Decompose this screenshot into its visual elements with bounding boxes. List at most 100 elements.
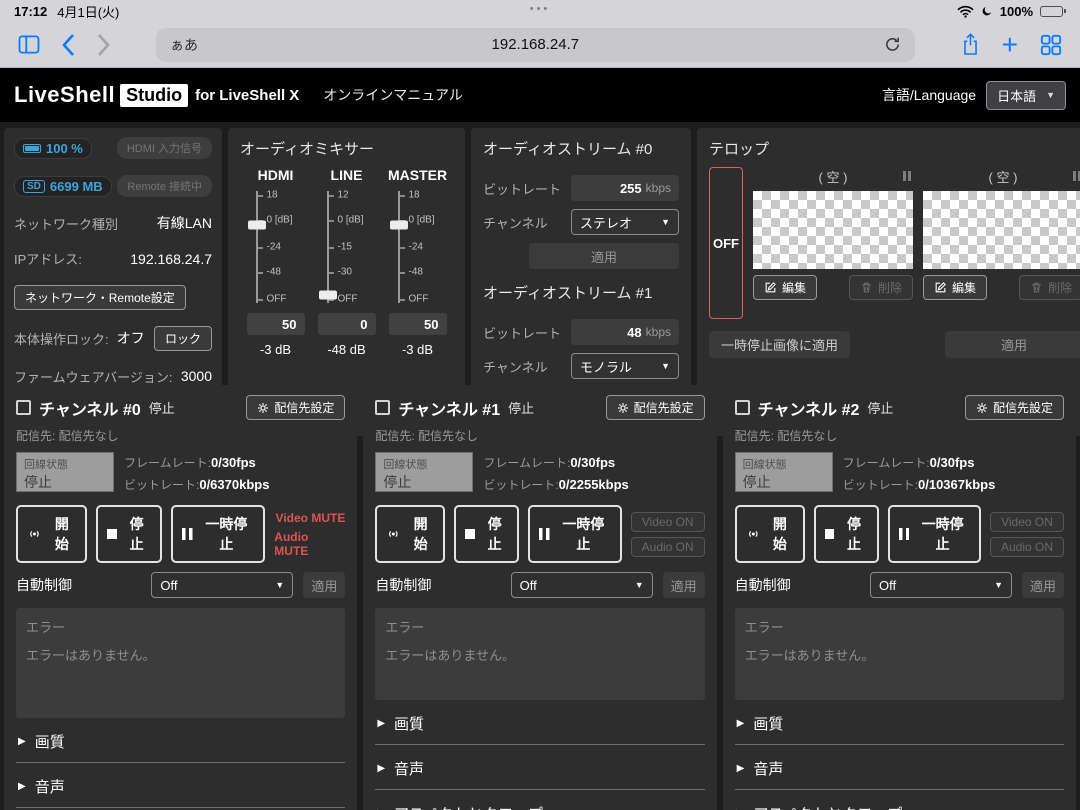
triangle-icon: ▶ (377, 763, 385, 774)
telop-slot-label: ( 空 ) (989, 167, 1018, 186)
new-tab-icon[interactable]: + (1002, 31, 1018, 59)
online-manual-link[interactable]: オンラインマニュアル (323, 85, 463, 105)
channel-title: チャンネル #2 (758, 396, 860, 420)
clock: 17:12 (14, 4, 47, 19)
chevron-down-icon: ▼ (1046, 90, 1055, 100)
chevron-down-icon: ▼ (635, 580, 644, 590)
pause-icon (182, 528, 193, 540)
slider-handle[interactable] (390, 220, 408, 229)
network-remote-settings-button[interactable]: ネットワーク・Remote設定 (14, 285, 186, 310)
wifi-icon (957, 5, 974, 18)
channel-state: 停止 (508, 398, 534, 417)
pause-icon[interactable] (903, 171, 911, 181)
broadcast-icon (386, 527, 401, 541)
telop-delete-button[interactable]: 削除 (1019, 275, 1080, 300)
language-select[interactable]: 日本語 ▼ (986, 81, 1066, 110)
section-aspect-crop[interactable]: ▶ アスペクトとクロップ (735, 790, 1064, 810)
stream0-channel-select[interactable]: ステレオ ▼ (571, 209, 679, 235)
stream1-bitrate-input[interactable]: 48 kbps (571, 319, 679, 345)
safari-toolbar: ぁあ 192.168.24.7 + (0, 22, 1080, 68)
stop-button[interactable]: 停止 (454, 505, 519, 563)
slider-handle[interactable] (319, 291, 337, 300)
line-level-input[interactable]: 0 (318, 313, 376, 335)
pause-icon[interactable] (1073, 171, 1080, 181)
date: 4月1日(火) (57, 2, 119, 21)
address-bar[interactable]: ぁあ 192.168.24.7 (156, 28, 915, 62)
start-button[interactable]: 開始 (16, 505, 87, 563)
auto-control-apply-button[interactable]: 適用 (1022, 572, 1064, 598)
mixer-channel-name: HDMI (258, 167, 294, 183)
bitrate-label: ビットレート: (483, 478, 558, 492)
hdmi-volume-slider[interactable]: 18 0 [dB] -24 -48 OFF (244, 191, 308, 303)
channel-checkbox[interactable] (375, 400, 390, 415)
framerate-value: 0/30fps (930, 455, 975, 470)
start-button[interactable]: 開始 (735, 505, 805, 563)
auto-control-select[interactable]: Off ▼ (151, 572, 293, 598)
telop-edit-button[interactable]: 編集 (923, 275, 987, 300)
broadcast-icon (27, 527, 42, 541)
pause-button[interactable]: 一時停止 (528, 505, 621, 563)
channel-checkbox[interactable] (16, 400, 31, 415)
audio-on-button[interactable]: Audio ON (990, 537, 1064, 557)
section-audio[interactable]: ▶ 音声 (735, 745, 1064, 790)
line-volume-slider[interactable]: 12 0 [dB] -15 -30 OFF (315, 191, 379, 303)
destination-settings-button[interactable]: 配信先設定 (965, 395, 1064, 420)
channel-checkbox[interactable] (735, 400, 750, 415)
telop-preview-transparent[interactable] (753, 191, 913, 269)
framerate-label: フレームレート: (483, 456, 570, 470)
start-button[interactable]: 開始 (375, 505, 445, 563)
master-volume-slider[interactable]: 18 0 [dB] -24 -48 OFF (386, 191, 450, 303)
bitrate-label: ビットレート (483, 323, 561, 342)
share-icon[interactable] (961, 32, 980, 57)
stream0-bitrate-input[interactable]: 255 kbps (571, 175, 679, 201)
telop-preview-transparent[interactable] (923, 191, 1080, 269)
telop-slot-0: ( 空 ) 編集 削除 (753, 167, 913, 319)
pause-button[interactable]: 一時停止 (888, 505, 981, 563)
stop-button[interactable]: 停止 (814, 505, 879, 563)
stop-button[interactable]: 停止 (96, 505, 162, 563)
line-status-box: 回線状態 停止 (16, 452, 114, 492)
auto-control-apply-button[interactable]: 適用 (303, 572, 345, 598)
forward-icon[interactable] (97, 34, 110, 56)
text-size-button[interactable]: ぁあ (170, 35, 198, 55)
auto-control-select[interactable]: Off ▼ (870, 572, 1012, 598)
section-audio[interactable]: ▶ 音声 (375, 745, 704, 790)
auto-control-label: 自動制御 (375, 575, 431, 595)
stop-icon (465, 529, 475, 539)
master-level-input[interactable]: 50 (389, 313, 447, 335)
sidebar-toggle-icon[interactable] (18, 35, 40, 54)
auto-control-apply-button[interactable]: 適用 (663, 572, 705, 598)
audio-mute-status: Audio MUTE (274, 530, 345, 558)
telop-off-button[interactable]: OFF (709, 167, 743, 319)
reload-icon[interactable] (884, 36, 901, 53)
destination-settings-button[interactable]: 配信先設定 (606, 395, 705, 420)
hdmi-level-input[interactable]: 50 (247, 313, 305, 335)
section-aspect-crop[interactable]: ▶ アスペクトとクロップ (375, 790, 704, 810)
firmware-value: 3000 (181, 368, 212, 384)
stream1-channel-select[interactable]: モノラル ▼ (571, 353, 679, 379)
destination-settings-button[interactable]: 配信先設定 (246, 395, 345, 420)
telop-apply-button[interactable]: 適用 (945, 331, 1080, 358)
pause-button[interactable]: 一時停止 (171, 505, 266, 563)
stream0-apply-button[interactable]: 適用 (529, 243, 679, 269)
section-image-quality[interactable]: ▶ 画質 (375, 700, 704, 745)
video-on-button[interactable]: Video ON (990, 512, 1064, 532)
auto-control-select[interactable]: Off ▼ (511, 572, 653, 598)
slider-handle[interactable] (248, 220, 266, 229)
section-image-quality[interactable]: ▶ 画質 (735, 700, 1064, 745)
audio-on-button[interactable]: Audio ON (631, 537, 705, 557)
lock-button[interactable]: ロック (154, 326, 212, 351)
line-db-readout: -48 dB (327, 342, 365, 357)
channel-state: 停止 (867, 398, 893, 417)
section-image-quality[interactable]: ▶ 画質 (16, 718, 345, 763)
destination-text: 配信先: 配信先なし (375, 427, 704, 444)
apply-pause-image-button[interactable]: 一時停止画像に適用 (709, 331, 850, 358)
network-type-value: 有線LAN (157, 213, 212, 233)
back-icon[interactable] (62, 34, 75, 56)
tab-overview-icon[interactable] (1040, 34, 1062, 56)
section-audio[interactable]: ▶ 音声 (16, 763, 345, 808)
video-on-button[interactable]: Video ON (631, 512, 705, 532)
telop-edit-button[interactable]: 編集 (753, 275, 817, 300)
telop-delete-button[interactable]: 削除 (849, 275, 913, 300)
stop-icon (825, 529, 835, 539)
